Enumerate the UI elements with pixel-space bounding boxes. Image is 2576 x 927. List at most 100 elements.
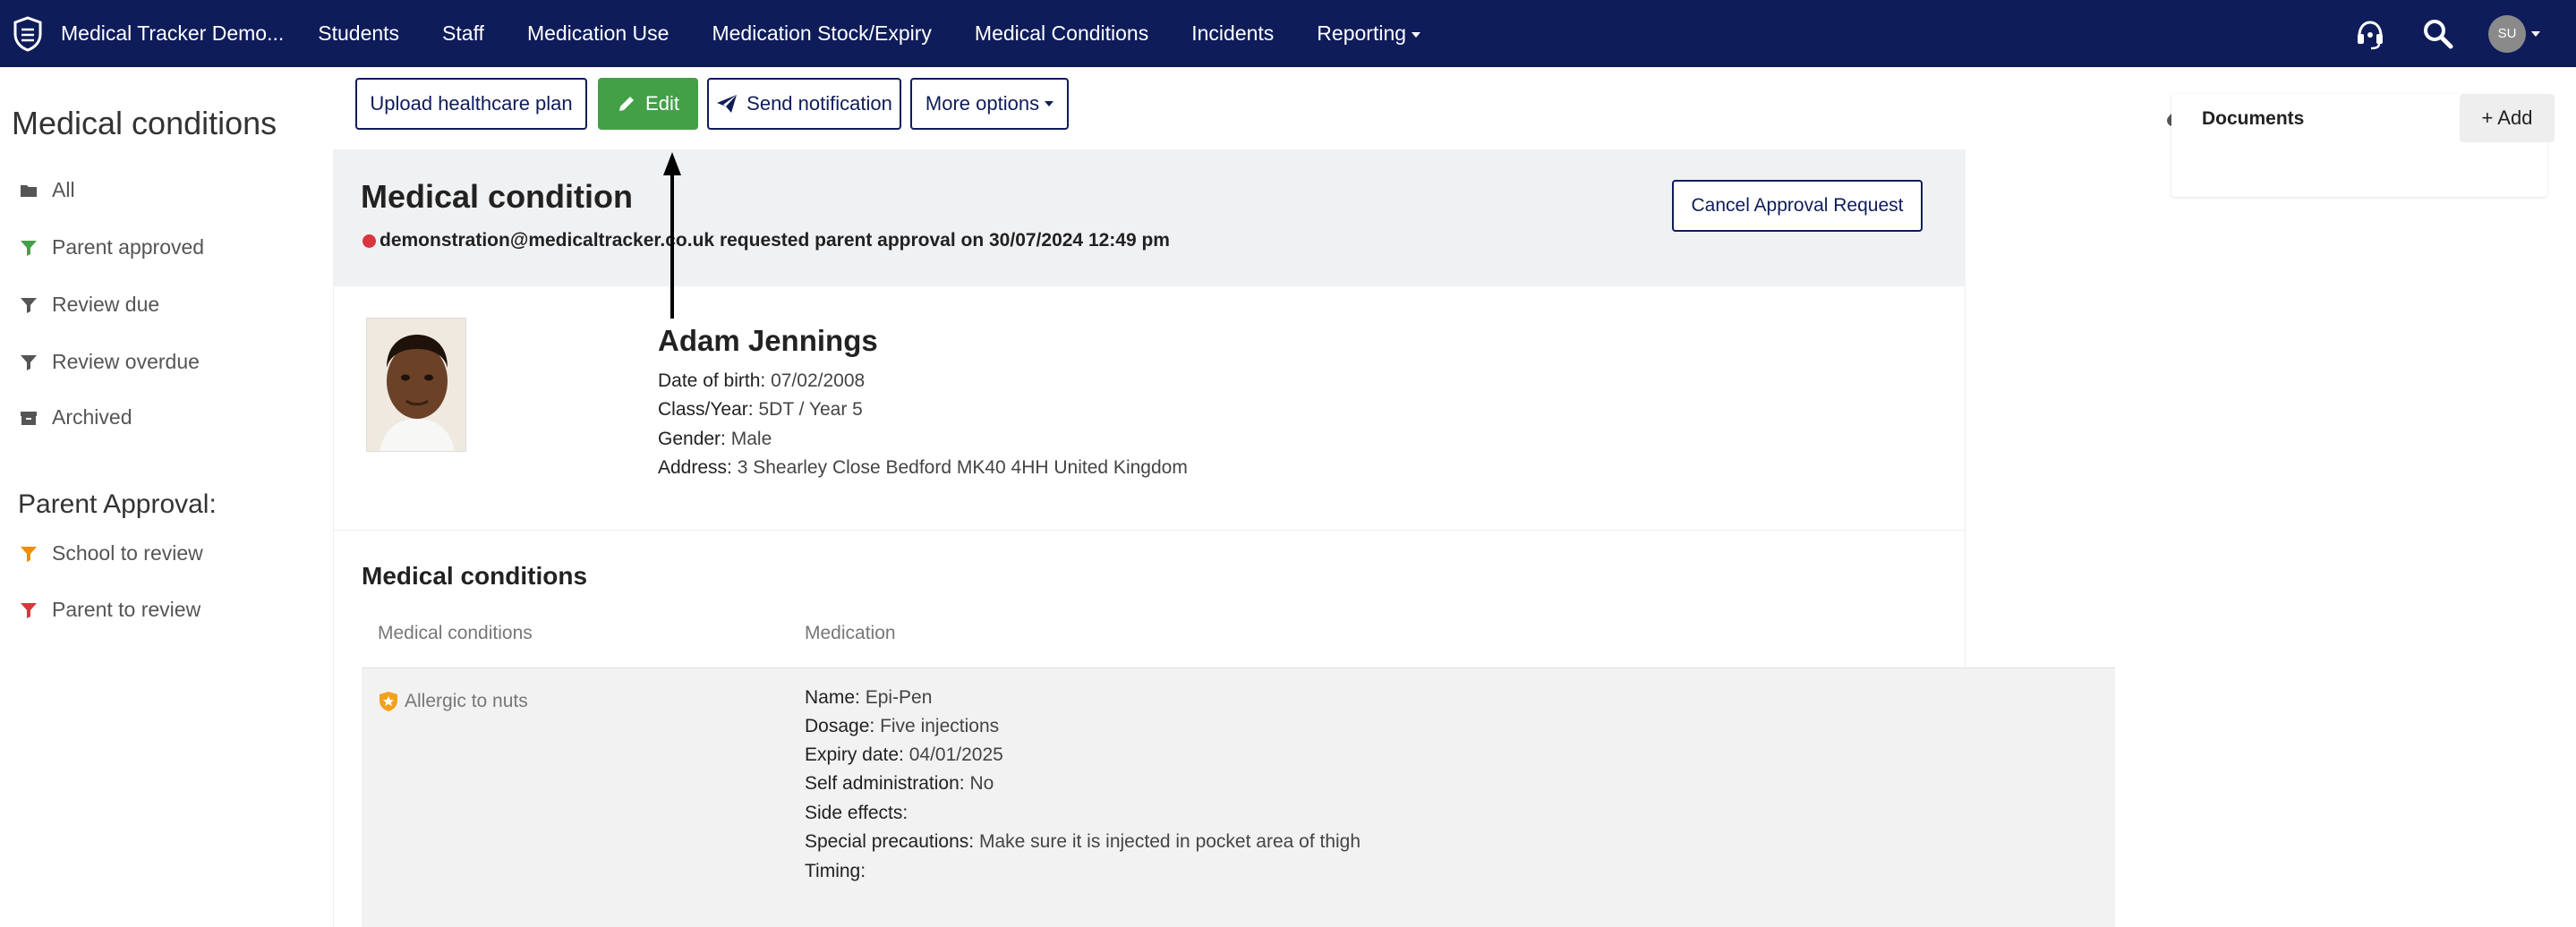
nav-reporting-label: Reporting xyxy=(1317,21,1407,45)
nav-medical-conditions[interactable]: Medical Conditions xyxy=(975,21,1148,46)
sidebar-item-label: Parent approved xyxy=(52,235,205,259)
address-label: Address: xyxy=(658,457,732,478)
sidebar-item-review-overdue[interactable]: Review overdue xyxy=(20,350,200,374)
column-header-conditions: Medical conditions xyxy=(378,623,533,643)
headset-support-icon[interactable] xyxy=(2352,16,2388,52)
medication-side-effects: Side effects: xyxy=(805,803,908,824)
filter-icon xyxy=(21,546,37,562)
medication-name: Name: Epi-Pen xyxy=(805,687,932,709)
edit-label: Edit xyxy=(645,92,679,115)
medication-field-value: No xyxy=(969,773,994,794)
chevron-down-icon xyxy=(1045,101,1054,106)
dob-label: Date of birth: xyxy=(658,370,766,391)
gender-value: Male xyxy=(730,429,772,449)
nav-incidents[interactable]: Incidents xyxy=(1191,21,1274,46)
medication-field-label: Name: xyxy=(805,687,860,708)
sidebar-item-school-to-review[interactable]: School to review xyxy=(20,541,203,566)
sidebar-item-parent-approved[interactable]: Parent approved xyxy=(20,235,204,259)
student-dob: Date of birth: 07/02/2008 xyxy=(658,370,865,392)
condition-cell[interactable]: Allergic to nuts xyxy=(379,691,528,712)
approval-status: demonstration@medicaltracker.co.uk reque… xyxy=(363,230,1170,251)
sidebar: Medical conditions All Parent approved R… xyxy=(0,67,322,927)
documents-panel: Documents + Add xyxy=(2171,94,2555,197)
sidebar-item-review-due[interactable]: Review due xyxy=(20,293,159,317)
medication-field-value: Make sure it is injected in pocket area … xyxy=(978,831,1361,852)
student-photo-image xyxy=(367,319,465,451)
folder-icon xyxy=(21,184,37,197)
medication-field-label: Timing: xyxy=(805,861,866,881)
divider xyxy=(334,530,1966,531)
class-value: 5DT / Year 5 xyxy=(758,399,863,420)
add-document-button[interactable]: + Add xyxy=(2460,94,2555,142)
sidebar-item-archived[interactable]: Archived xyxy=(20,405,132,429)
shield-logo-icon xyxy=(13,15,42,52)
send-notification-label: Send notification xyxy=(746,92,892,115)
student-name: Adam Jennings xyxy=(658,324,878,357)
sidebar-item-label: Review overdue xyxy=(52,350,200,373)
student-address: Address: 3 Shearley Close Bedford MK40 4… xyxy=(658,457,1188,479)
address-value: 3 Shearley Close Bedford MK40 4HH United… xyxy=(737,457,1188,478)
chevron-down-icon xyxy=(2531,30,2540,37)
chevron-down-icon xyxy=(1412,31,1421,38)
documents-title-text: Documents xyxy=(2202,108,2305,129)
filter-icon xyxy=(21,240,37,256)
dob-value: 07/02/2008 xyxy=(771,370,866,391)
medication-field-label: Side effects: xyxy=(805,803,908,823)
medication-dosage: Dosage: Five injections xyxy=(805,716,999,737)
approval-status-text: demonstration@medicaltracker.co.uk reque… xyxy=(380,230,1170,251)
annotation-arrow-icon xyxy=(663,152,681,319)
medical-condition-header: Medical condition demonstration@medicalt… xyxy=(333,149,1966,286)
shield-star-icon xyxy=(380,692,397,711)
student-class: Class/Year: 5DT / Year 5 xyxy=(658,399,863,421)
filter-icon xyxy=(21,602,37,618)
medication-self-administration: Self administration: No xyxy=(805,773,994,795)
filter-icon xyxy=(21,297,37,313)
pencil-icon xyxy=(619,97,635,111)
nav-students[interactable]: Students xyxy=(318,21,399,46)
documents-title: Documents xyxy=(2202,108,2304,130)
brand-name: Medical Tracker Demo... xyxy=(61,21,285,45)
condition-name: Allergic to nuts xyxy=(405,691,528,711)
medication-expiry: Expiry date: 04/01/2025 xyxy=(805,744,1003,766)
medication-field-label: Special precautions: xyxy=(805,831,975,852)
upload-healthcare-plan-label: Upload healthcare plan xyxy=(370,92,573,115)
sidebar-item-label: Archived xyxy=(52,405,132,429)
nav-links: Students Staff Medication Use Medication… xyxy=(318,21,1463,46)
paper-plane-icon xyxy=(717,95,738,113)
medical-condition-body: Adam Jennings Date of birth: 07/02/2008 … xyxy=(333,286,2115,927)
nav-right: SU xyxy=(2352,0,2576,67)
sidebar-item-parent-to-review[interactable]: Parent to review xyxy=(20,598,200,622)
top-navbar: Medical Tracker Demo... Students Staff M… xyxy=(0,0,2576,67)
column-header-medication: Medication xyxy=(805,623,896,643)
medication-special-precautions: Special precautions: Make sure it is inj… xyxy=(805,831,1361,853)
class-label: Class/Year: xyxy=(658,399,754,420)
edit-button[interactable]: Edit xyxy=(598,78,698,130)
sidebar-item-all[interactable]: All xyxy=(20,178,75,202)
brand[interactable]: Medical Tracker Demo... xyxy=(13,15,285,52)
archive-icon xyxy=(21,411,37,425)
sidebar-item-label: All xyxy=(52,178,75,201)
student-gender: Gender: Male xyxy=(658,429,772,450)
more-options-button[interactable]: More options xyxy=(910,78,1069,130)
cancel-approval-request-button[interactable]: Cancel Approval Request xyxy=(1672,180,1923,232)
medication-field-value: Five injections xyxy=(880,716,1000,736)
medication-field-label: Expiry date: xyxy=(805,744,904,765)
upload-healthcare-plan-button[interactable]: Upload healthcare plan xyxy=(355,78,587,130)
student-photo xyxy=(366,318,466,452)
nav-medication-stock[interactable]: Medication Stock/Expiry xyxy=(712,21,931,46)
nav-medication-use[interactable]: Medication Use xyxy=(527,21,670,46)
send-notification-button[interactable]: Send notification xyxy=(707,78,901,130)
nav-staff[interactable]: Staff xyxy=(442,21,484,46)
user-menu[interactable]: SU xyxy=(2488,14,2540,53)
search-icon[interactable] xyxy=(2420,16,2456,52)
sidebar-item-label: Parent to review xyxy=(52,598,201,621)
sidebar-item-label: Review due xyxy=(52,293,160,316)
sidebar-title: Medical conditions xyxy=(12,105,277,141)
status-dot-icon xyxy=(363,234,376,248)
medication-field-value: 04/01/2025 xyxy=(908,744,1003,765)
gender-label: Gender: xyxy=(658,429,726,449)
nav-reporting[interactable]: Reporting xyxy=(1317,21,1421,46)
more-options-label: More options xyxy=(925,92,1040,115)
medication-field-value: Epi-Pen xyxy=(865,687,933,708)
sidebar-item-label: School to review xyxy=(52,541,203,565)
